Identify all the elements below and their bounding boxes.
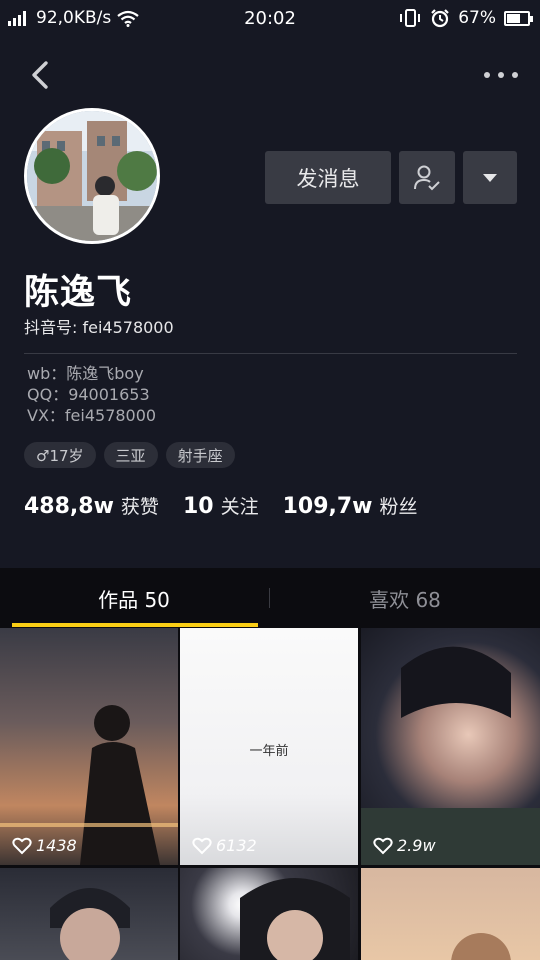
stat-following[interactable]: 10 关注 bbox=[183, 492, 259, 519]
stat-likes-received: 488,8w 获赞 bbox=[24, 492, 159, 519]
video-caption: 一年前 bbox=[249, 744, 289, 759]
bio-line: wb：陈逸飞boy bbox=[27, 364, 144, 383]
video-thumbnail[interactable]: 一年前 6132 bbox=[180, 628, 358, 865]
video-grid: 1438 一年前 6132 2.9w bbox=[0, 628, 540, 960]
portrait-image bbox=[240, 878, 350, 960]
heart-icon bbox=[12, 837, 32, 854]
user-check-icon bbox=[414, 165, 440, 190]
like-count-value: 6132 bbox=[216, 836, 257, 855]
avatar-photo bbox=[27, 111, 157, 241]
battery-percent: 67% bbox=[458, 8, 496, 28]
video-thumbnail[interactable] bbox=[0, 868, 178, 960]
bio-line: QQ：94001653 bbox=[27, 385, 150, 404]
avatar[interactable] bbox=[24, 108, 160, 244]
profile-stats: 488,8w 获赞 10 关注 109,7w 粉丝 bbox=[24, 492, 418, 519]
vibrate-icon bbox=[400, 9, 421, 27]
divider bbox=[24, 353, 517, 354]
active-tab-indicator bbox=[12, 623, 258, 627]
battery-icon bbox=[504, 10, 533, 26]
silhouette-image bbox=[0, 705, 178, 865]
stat-followers[interactable]: 109,7w 粉丝 bbox=[283, 492, 418, 519]
like-count-value: 2.9w bbox=[397, 836, 436, 855]
tab-works[interactable]: 作品 50 bbox=[0, 568, 268, 628]
portrait-image bbox=[451, 933, 511, 960]
portrait-image bbox=[50, 888, 130, 960]
alarm-icon bbox=[431, 9, 449, 28]
stat-value: 109,7w bbox=[282, 494, 373, 519]
douyin-id: 抖音号: fei4578000 bbox=[24, 318, 174, 337]
profile-name: 陈逸飞 bbox=[24, 273, 133, 313]
tab-likes[interactable]: 喜欢 68 bbox=[270, 568, 540, 628]
video-thumbnail[interactable] bbox=[361, 868, 540, 960]
tag-location: 三亚 bbox=[103, 442, 158, 468]
stat-value: 488,8w bbox=[24, 494, 114, 519]
more-options-icon[interactable] bbox=[484, 60, 518, 90]
send-message-label: 发消息 bbox=[296, 166, 360, 191]
stat-label: 关注 bbox=[220, 496, 259, 518]
video-thumbnail[interactable]: 1438 bbox=[0, 628, 178, 865]
like-count: 6132 bbox=[192, 836, 257, 855]
status-bar: 92,0KB/s 20:02 67% bbox=[0, 0, 540, 36]
recommend-dropdown-button[interactable] bbox=[463, 151, 517, 204]
content-tabs: 作品 50 喜欢 68 bbox=[0, 568, 540, 628]
stat-label: 粉丝 bbox=[379, 496, 418, 518]
caret-down-icon bbox=[483, 173, 497, 182]
back-arrow-icon[interactable] bbox=[26, 58, 54, 92]
tag-zodiac: 射手座 bbox=[165, 442, 235, 468]
portrait-image bbox=[361, 646, 540, 865]
like-count-value: 1438 bbox=[36, 836, 77, 855]
stat-label: 获赞 bbox=[120, 496, 159, 518]
tag-age-gender: ♂17岁 bbox=[24, 442, 96, 468]
heart-icon bbox=[192, 837, 212, 854]
send-message-button[interactable]: 发消息 bbox=[265, 151, 391, 204]
stat-value: 10 bbox=[182, 494, 214, 519]
bio: wb：陈逸飞boy QQ：94001653 VX：fei4578000 bbox=[27, 363, 156, 426]
video-thumbnail[interactable] bbox=[180, 868, 358, 960]
followed-button[interactable] bbox=[399, 151, 455, 204]
bio-line: VX：fei4578000 bbox=[27, 406, 157, 425]
like-count: 2.9w bbox=[373, 836, 436, 855]
like-count: 1438 bbox=[12, 836, 77, 855]
video-thumbnail[interactable]: 2.9w bbox=[361, 628, 540, 865]
profile-tags: ♂17岁 三亚 射手座 bbox=[24, 442, 235, 468]
heart-icon bbox=[373, 837, 393, 854]
